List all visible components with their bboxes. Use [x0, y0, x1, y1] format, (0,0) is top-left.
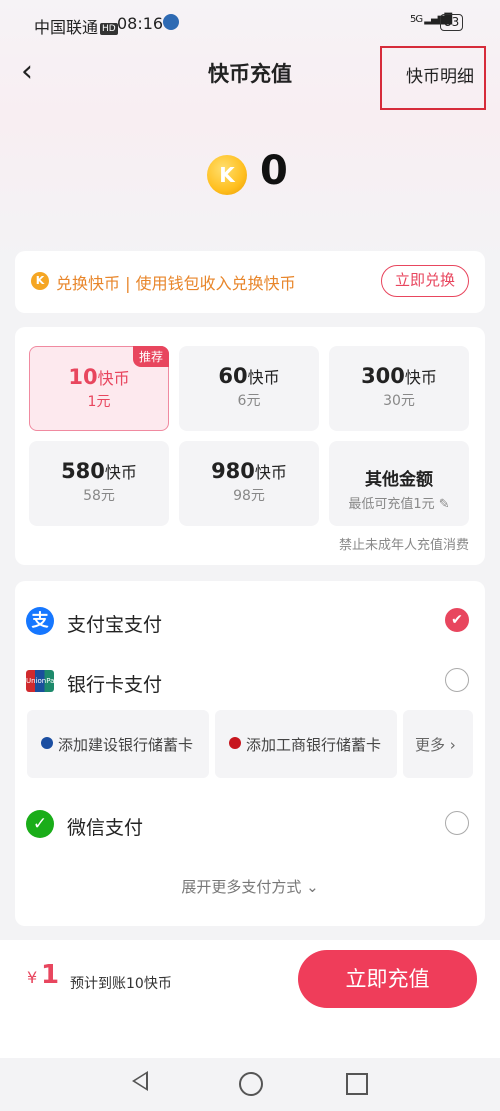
alipay-radio-checked[interactable]: ✔ — [445, 608, 469, 632]
wechat-radio[interactable] — [445, 811, 469, 835]
pack-option-60[interactable]: 60快币 6元 — [179, 346, 319, 431]
payment-alipay-row[interactable]: 支 支付宝支付 ✔ — [15, 601, 485, 641]
pack-unit: 快币 — [104, 463, 137, 482]
nav-home-icon[interactable] — [239, 1072, 263, 1096]
wechat-pay-icon: ✓ — [26, 810, 54, 838]
exchange-banner: K 兑换快币 | 使用钱包收入兑换快币 立即兑换 — [15, 251, 485, 313]
nav-back-icon[interactable] — [132, 1071, 148, 1091]
chevron-right-icon: › — [449, 736, 456, 754]
bankcard-radio[interactable] — [445, 668, 469, 692]
other-amount-subtitle: 最低可充值1元 — [348, 497, 435, 512]
pack-option-580[interactable]: 580快币 58元 — [29, 441, 169, 526]
alipay-label: 支付宝支付 — [67, 614, 163, 636]
network-type: 5G — [410, 14, 423, 25]
more-banks-label: 更多 — [415, 736, 446, 754]
coin-small-icon: K — [31, 272, 49, 290]
recommend-badge: 推荐 — [132, 346, 169, 367]
more-banks-chip[interactable]: 更多 › — [403, 710, 473, 778]
bankcard-label: 银行卡支付 — [67, 674, 163, 696]
pack-amount: 980 — [211, 459, 255, 483]
battery-indicator: 83 — [440, 14, 464, 31]
exchange-text: 兑换快币 | 使用钱包收入兑换快币 — [56, 274, 296, 293]
ccb-logo-icon — [41, 737, 53, 749]
pack-unit: 快币 — [404, 368, 437, 387]
add-icbc-card-label: 添加工商银行储蓄卡 — [246, 736, 382, 754]
add-ccb-card-label: 添加建设银行储蓄卡 — [58, 736, 194, 754]
coin-detail-link[interactable]: 快币明细 — [380, 46, 486, 110]
pack-amount: 300 — [361, 364, 405, 388]
pack-option-other[interactable]: 其他金额 最低可充值1元 ✎ — [329, 441, 469, 526]
hd-badge: HD — [100, 23, 118, 35]
coin-balance: K 0 — [0, 148, 500, 200]
exchange-now-button[interactable]: 立即兑换 — [381, 265, 469, 297]
recharge-now-button[interactable]: 立即充值 — [298, 950, 477, 1008]
pack-option-10[interactable]: 推荐 10快币 1元 — [29, 346, 169, 431]
pack-amount: 60 — [218, 364, 248, 388]
pack-amount: 580 — [61, 459, 105, 483]
status-time: 08:16 — [117, 14, 164, 33]
expand-more-label: 展开更多支付方式 — [181, 878, 302, 896]
total-amount: 1 — [41, 960, 60, 990]
nav-recents-icon[interactable] — [346, 1073, 368, 1095]
pack-price: 30元 — [383, 393, 415, 409]
system-navigation-bar — [0, 1058, 500, 1111]
wechat-label: 微信支付 — [67, 817, 144, 839]
unionpay-icon: UnionPay 银联 — [26, 670, 59, 707]
other-amount-title: 其他金额 — [365, 470, 433, 490]
pack-price: 1元 — [87, 394, 111, 410]
payment-bankcard-row[interactable]: UnionPay 银联 银行卡支付 — [15, 661, 485, 707]
chevron-down-icon: ⌄ — [306, 878, 319, 896]
pack-amount: 10 — [68, 365, 98, 389]
pack-unit: 快币 — [97, 369, 130, 388]
currency-symbol: ¥ — [27, 968, 38, 987]
pack-option-980[interactable]: 980快币 98元 — [179, 441, 319, 526]
minor-notice: 禁止未成年人充值消费 — [338, 538, 469, 553]
pack-unit: 快币 — [254, 463, 287, 482]
add-icbc-card-chip[interactable]: 添加工商银行储蓄卡 — [215, 710, 397, 778]
checkout-bar: ¥ 1 预计到账10快币 立即充值 — [0, 940, 500, 1058]
pack-price: 58元 — [83, 488, 115, 504]
expand-more-payments[interactable]: 展开更多支付方式 ⌄ — [15, 876, 485, 897]
balance-value: 0 — [260, 148, 288, 194]
status-bar: 中国联通 HD 08:16 5G ▂▄▆█ 83 — [0, 0, 500, 46]
pack-price: 6元 — [237, 393, 261, 409]
add-ccb-card-chip[interactable]: 添加建设银行储蓄卡 — [27, 710, 209, 778]
kuaibi-coin-icon: K — [207, 155, 247, 195]
payment-wechat-row[interactable]: ✓ 微信支付 — [15, 804, 485, 844]
edit-pencil-icon: ✎ — [438, 497, 450, 512]
pack-option-300[interactable]: 300快币 30元 — [329, 346, 469, 431]
icbc-logo-icon — [229, 737, 241, 749]
pack-unit: 快币 — [247, 368, 280, 387]
payment-methods: 支 支付宝支付 ✔ UnionPay 银联 银行卡支付 添加建设银行储蓄卡 添加… — [15, 581, 485, 926]
expected-coins: 预计到账10快币 — [70, 976, 172, 992]
pack-price: 98元 — [233, 488, 265, 504]
recharge-packs: 推荐 10快币 1元 60快币 6元 300快币 30元 580快币 58元 9… — [15, 327, 485, 565]
system-notification-icon — [163, 14, 179, 30]
carrier-name: 中国联通 HD — [34, 18, 118, 37]
alipay-icon: 支 — [26, 607, 54, 635]
top-bar: ‹ 快币充值 快币明细 — [0, 46, 500, 110]
